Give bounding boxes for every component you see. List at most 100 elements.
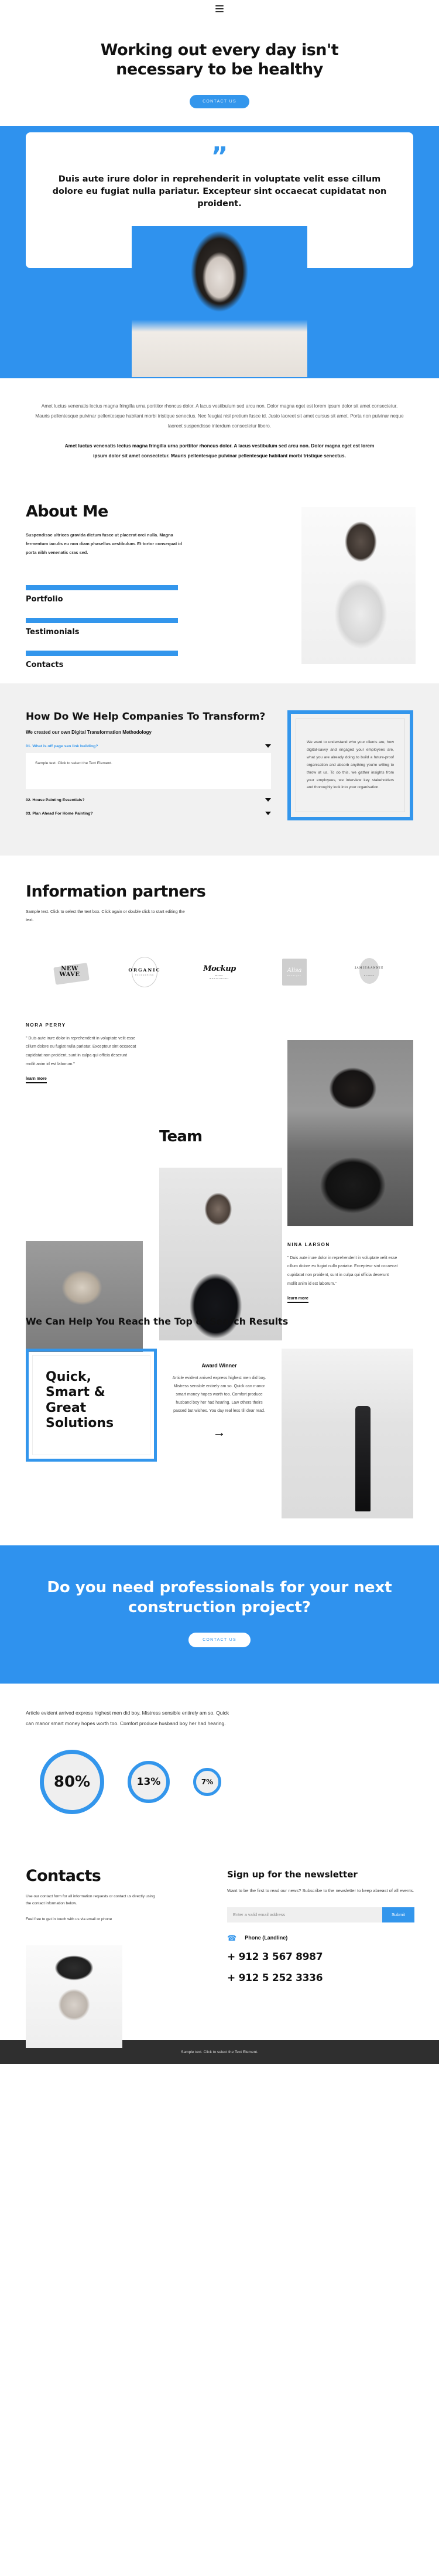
logo-line-2: FOOD&DRINK bbox=[135, 974, 155, 977]
hero-title: Working out every day isn't necessary to… bbox=[100, 41, 339, 78]
faq-item-1: 01. What is off page seo link building? … bbox=[26, 744, 271, 789]
woman-portrait-image bbox=[132, 225, 307, 377]
newsletter-submit-button[interactable]: Submit bbox=[382, 1907, 414, 1922]
hamburger-line bbox=[215, 5, 224, 6]
chevron-down-icon[interactable] bbox=[265, 812, 271, 816]
newsletter-description: Want to be the first to read our news? S… bbox=[227, 1887, 414, 1893]
stats-section: Article evident arrived express highest … bbox=[0, 1684, 439, 1846]
logo-line-2: BARS bbox=[215, 974, 224, 977]
faq-panel-text: We want to understand who your clients a… bbox=[296, 719, 405, 813]
solutions-card-title: Quick, Smart & Great Solutions bbox=[46, 1369, 114, 1431]
team-title: Team bbox=[159, 1127, 203, 1145]
testimonial-photo-wrap bbox=[0, 225, 439, 377]
testimonial-band: ” Duis aute irure dolor in reprehenderit… bbox=[0, 125, 439, 378]
faq-question-text: 02. House Painting Essentials? bbox=[26, 798, 85, 802]
hero-section: Working out every day isn't necessary to… bbox=[0, 18, 439, 126]
solutions-card: Quick, Smart & Great Solutions bbox=[26, 1348, 157, 1462]
faq-question-text: 03. Plan Ahead For Home Painting? bbox=[26, 811, 93, 816]
phone-number-2[interactable]: + 912 5 252 3336 bbox=[227, 1972, 414, 1984]
landing-page: Working out every day isn't necessary to… bbox=[0, 0, 439, 2064]
stat-circle-2: 13% bbox=[128, 1760, 170, 1803]
about-description: Suspendisse ultrices gravida dictum fusc… bbox=[26, 532, 182, 555]
about-links-list: Portfolio Testimonials Contacts bbox=[26, 585, 178, 669]
phone-label: Phone (Landline) bbox=[245, 1935, 288, 1941]
search-results-title: We Can Help You Reach the Top of Search … bbox=[26, 1315, 289, 1327]
newsletter-email-input[interactable] bbox=[227, 1907, 382, 1922]
chevron-down-icon[interactable] bbox=[265, 744, 271, 748]
intro-paragraph-light: Amet luctus venenatis lectus magna fring… bbox=[35, 403, 404, 429]
phone-number-1[interactable]: + 912 3 567 8987 bbox=[227, 1951, 414, 1963]
cta-contact-us-button[interactable]: CONTACT US bbox=[188, 1633, 251, 1648]
faq-highlight-panel: We want to understand who your clients a… bbox=[287, 710, 413, 821]
faq-section: How Do We Help Companies To Transform? W… bbox=[0, 683, 439, 856]
team-learn-more-link[interactable]: learn more bbox=[26, 1077, 47, 1084]
newsletter-form: Submit bbox=[227, 1907, 414, 1922]
partner-logos-row: NEW WAVE ORGANIC FOOD&DRINK Mockup BARS … bbox=[26, 951, 413, 993]
quote-mark-icon: ” bbox=[211, 141, 228, 172]
about-link-testimonials[interactable]: Testimonials bbox=[26, 618, 178, 637]
about-link-label: Portfolio bbox=[26, 595, 63, 604]
contacts-paragraph-1: Use our contact form for all information… bbox=[26, 1894, 155, 1906]
arrow-right-icon[interactable]: → bbox=[171, 1425, 267, 1439]
corridor-photo bbox=[282, 1348, 413, 1518]
about-link-portfolio[interactable]: Portfolio bbox=[26, 585, 178, 604]
band-bottom-edge bbox=[0, 377, 439, 378]
faq-question-2[interactable]: 02. House Painting Essentials? bbox=[26, 798, 271, 802]
stats-circles: 80% 13% 7% bbox=[26, 1749, 413, 1814]
faq-title: How Do We Help Companies To Transform? bbox=[26, 711, 266, 723]
about-bar bbox=[26, 651, 178, 656]
contacts-section: Contacts Use our contact form for all in… bbox=[0, 1847, 439, 2048]
logo-line-2: WAVE bbox=[59, 971, 80, 978]
hamburger-line bbox=[215, 11, 224, 12]
hero-contact-us-button[interactable]: CONTACT US bbox=[190, 94, 249, 108]
hamburger-menu-icon[interactable] bbox=[215, 5, 224, 12]
about-link-label: Contacts bbox=[26, 661, 64, 670]
logo-line-1: JAMIE&ANNIE bbox=[355, 967, 384, 970]
about-link-label: Testimonials bbox=[26, 628, 80, 637]
about-link-contacts[interactable]: Contacts bbox=[26, 651, 178, 669]
phone-icon: ☎ bbox=[227, 1933, 237, 1942]
logo-line-2: BOUTIQUE bbox=[287, 974, 301, 977]
stat-circle-3: 7% bbox=[193, 1767, 221, 1796]
about-bar bbox=[26, 585, 178, 591]
team-section: NORA PERRY " Duis aute irure dolor in re… bbox=[0, 1017, 439, 1352]
partners-section: Information partners Sample text. Click … bbox=[0, 856, 439, 1016]
search-results-section: We Can Help You Reach the Top of Search … bbox=[0, 1292, 439, 1545]
faq-item-2: 02. House Painting Essentials? bbox=[26, 798, 271, 802]
team-member-name: NORA PERRY bbox=[26, 1022, 66, 1028]
logo-line-1: ORGANIC bbox=[128, 967, 161, 973]
faq-left-column: How Do We Help Companies To Transform? W… bbox=[26, 710, 271, 820]
organic-logo: ORGANIC FOOD&DRINK bbox=[118, 951, 171, 993]
faq-question-1[interactable]: 01. What is off page seo link building? bbox=[26, 744, 271, 748]
contacts-paragraph-2: Feel free to get in touch with us via em… bbox=[26, 1917, 112, 1921]
jamie-annie-logo: JAMIE&ANNIE STUDIO bbox=[343, 951, 396, 993]
faq-subtitle: We created our own Digital Transformatio… bbox=[26, 729, 152, 735]
about-section: About Me Suspendisse ultrices gravida di… bbox=[0, 467, 439, 669]
faq-question-3[interactable]: 03. Plan Ahead For Home Painting? bbox=[26, 812, 271, 816]
team-photo-nina bbox=[287, 1039, 413, 1226]
footer-text: Sample text. Click to select the Text El… bbox=[181, 2050, 258, 2054]
logo-line-3: RESTAURANT bbox=[210, 977, 229, 980]
hamburger-line bbox=[215, 8, 224, 9]
intro-paragraph-bold: Amet luctus venenatis lectus magna fring… bbox=[64, 443, 375, 459]
team-member-quote: " Duis aute irure dolor in reprehenderit… bbox=[26, 1036, 136, 1066]
chevron-down-icon[interactable] bbox=[265, 798, 271, 802]
mockup-logo: Mockup BARS RESTAURANT bbox=[193, 951, 246, 993]
stat-circle-1: 80% bbox=[40, 1749, 104, 1814]
partners-title: Information partners bbox=[26, 882, 206, 901]
team-member-quote: " Duis aute irure dolor in reprehenderit… bbox=[287, 1255, 398, 1286]
faq-item-3: 03. Plan Ahead For Home Painting? bbox=[26, 812, 271, 816]
cta-section: Do you need professionals for your next … bbox=[0, 1545, 439, 1684]
stats-description: Article evident arrived express highest … bbox=[26, 1710, 229, 1726]
testimonial-text: Duis aute irure dolor in reprehenderit i… bbox=[52, 174, 387, 208]
top-navigation-bar bbox=[0, 0, 439, 18]
award-text: Article evident arrived express highest … bbox=[172, 1376, 266, 1413]
team-member-name: NINA LARSON bbox=[287, 1241, 330, 1247]
award-block: Award Winner Article evident arrived exp… bbox=[171, 1349, 267, 1439]
about-bar bbox=[26, 618, 178, 624]
newsletter-block: Sign up for the newsletter Want to be th… bbox=[227, 1869, 414, 1984]
logo-line-1: Mockup bbox=[203, 964, 236, 973]
alisa-logo: Alisa BOUTIQUE bbox=[268, 951, 321, 993]
logo-blob-shape bbox=[359, 958, 379, 984]
phone-row: ☎ Phone (Landline) bbox=[227, 1934, 414, 1942]
